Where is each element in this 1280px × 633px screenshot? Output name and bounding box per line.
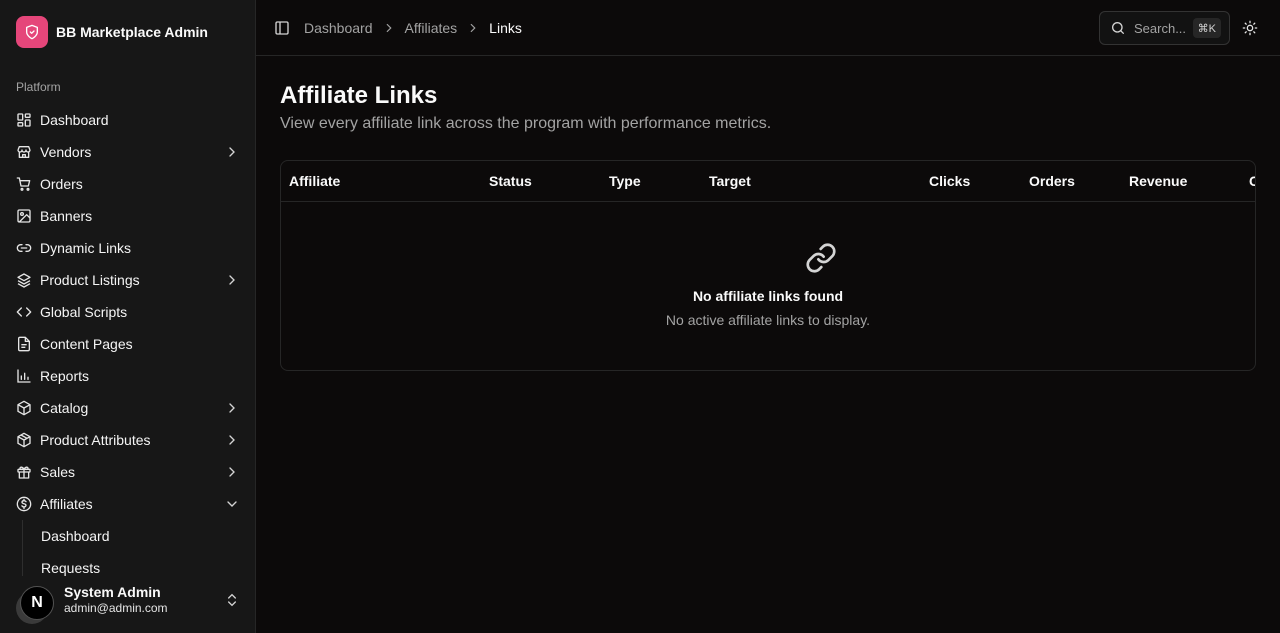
sidebar-item-orders[interactable]: Orders bbox=[8, 168, 248, 200]
chevrons-up-down-icon bbox=[224, 592, 240, 608]
document-icon bbox=[16, 336, 32, 352]
search-shortcut: ⌘K bbox=[1192, 18, 1221, 38]
image-icon bbox=[16, 208, 32, 224]
empty-state-title: No affiliate links found bbox=[692, 288, 844, 304]
sidebar-item-dashboard[interactable]: Dashboard bbox=[8, 104, 248, 136]
nav-group-label: Platform bbox=[16, 80, 61, 94]
sidebar-item-sales[interactable]: Sales bbox=[8, 456, 248, 488]
sidebar-item-affiliates[interactable]: Affiliates bbox=[8, 488, 248, 520]
brand[interactable]: BB Marketplace Admin bbox=[16, 16, 208, 48]
sidebar-item-banners[interactable]: Banners bbox=[8, 200, 248, 232]
breadcrumb-links: Links bbox=[489, 20, 522, 36]
search-placeholder: Search... bbox=[1134, 20, 1187, 36]
breadcrumb-dashboard[interactable]: Dashboard bbox=[304, 20, 373, 36]
affiliate-links-table: Affiliate Status Type Target Clicks Orde… bbox=[280, 160, 1256, 371]
user-name: System Admin bbox=[64, 584, 161, 600]
column-affiliate: Affiliate bbox=[289, 173, 341, 189]
sidebar-item-global-scripts[interactable]: Global Scripts bbox=[8, 296, 248, 328]
chevron-right-icon bbox=[224, 432, 240, 448]
affiliates-submenu: Dashboard Requests bbox=[22, 520, 248, 582]
sidebar-item-catalog[interactable]: Catalog bbox=[8, 392, 248, 424]
search-icon bbox=[1110, 20, 1126, 36]
sidebar-item-reports[interactable]: Reports bbox=[8, 360, 248, 392]
empty-state-description: No active affiliate links to display. bbox=[665, 312, 871, 328]
sidebar-item-content-pages[interactable]: Content Pages bbox=[8, 328, 248, 360]
dashboard-icon bbox=[16, 112, 32, 128]
sidebar-item-dynamic-links[interactable]: Dynamic Links bbox=[8, 232, 248, 264]
sidebar-item-label: Product Listings bbox=[40, 272, 140, 288]
sidebar-item-product-listings[interactable]: Product Listings bbox=[8, 264, 248, 296]
layers-icon bbox=[16, 272, 32, 288]
sidebar-nav: Dashboard Vendors Orders Banners Dynamic… bbox=[8, 104, 248, 582]
chevron-right-icon bbox=[466, 21, 480, 35]
sidebar-toggle-icon[interactable] bbox=[274, 20, 290, 36]
sidebar-item-label: Dynamic Links bbox=[40, 240, 132, 256]
sidebar-item-label: Sales bbox=[40, 464, 76, 480]
column-clicks: Clicks bbox=[929, 173, 971, 189]
chevron-down-icon bbox=[224, 496, 240, 512]
cart-icon bbox=[16, 176, 32, 192]
page-subtitle: View every affiliate link across the pro… bbox=[280, 115, 772, 132]
user-info: System Admin admin@admin.com bbox=[64, 584, 224, 616]
avatar: N bbox=[16, 584, 54, 624]
user-menu[interactable]: N System Admin admin@admin.com bbox=[8, 576, 248, 624]
empty-state: No affiliate links found No active affil… bbox=[281, 202, 1255, 370]
bar-chart-icon bbox=[16, 368, 32, 384]
chevron-right-icon bbox=[224, 272, 240, 288]
sidebar-item-label: Reports bbox=[40, 368, 90, 384]
breadcrumb: Dashboard Affiliates Links bbox=[304, 18, 522, 38]
sidebar-item-label: Vendors bbox=[40, 144, 92, 160]
table-header: Affiliate Status Type Target Clicks Orde… bbox=[281, 161, 1255, 202]
column-truncated: C bbox=[1249, 173, 1255, 189]
sidebar-subitem-dashboard[interactable]: Dashboard bbox=[33, 520, 248, 552]
breadcrumb-affiliates[interactable]: Affiliates bbox=[405, 20, 458, 36]
box-icon bbox=[16, 432, 32, 448]
shield-icon bbox=[16, 16, 48, 48]
link-icon bbox=[16, 240, 32, 256]
column-type: Type bbox=[609, 173, 641, 189]
chevron-right-icon bbox=[224, 464, 240, 480]
sidebar-item-label: Product Attributes bbox=[40, 432, 151, 448]
sidebar-item-label: Orders bbox=[40, 176, 83, 192]
sidebar-item-label: Global Scripts bbox=[40, 304, 128, 320]
chevron-right-icon bbox=[224, 144, 240, 160]
sidebar-item-label: Banners bbox=[40, 208, 93, 224]
store-icon bbox=[16, 144, 32, 160]
column-target: Target bbox=[709, 173, 751, 189]
chevron-right-icon bbox=[224, 400, 240, 416]
avatar-letter: N bbox=[20, 586, 54, 620]
chevron-right-icon bbox=[382, 21, 396, 35]
dollar-circle-icon bbox=[16, 496, 32, 512]
search-button[interactable]: Search... ⌘K bbox=[1099, 11, 1230, 45]
code-icon bbox=[16, 304, 32, 320]
link-icon bbox=[805, 242, 837, 274]
app-name: BB Marketplace Admin bbox=[56, 24, 208, 40]
sidebar-item-product-attributes[interactable]: Product Attributes bbox=[8, 424, 248, 456]
sun-icon[interactable] bbox=[1242, 20, 1258, 36]
page-title: Affiliate Links bbox=[280, 82, 438, 109]
top-bar: Dashboard Affiliates Links Search... ⌘K bbox=[256, 0, 1280, 56]
column-status: Status bbox=[489, 173, 532, 189]
sidebar-item-label: Content Pages bbox=[40, 336, 133, 352]
sidebar-item-label: Dashboard bbox=[40, 112, 109, 128]
column-orders: Orders bbox=[1029, 173, 1075, 189]
user-email: admin@admin.com bbox=[64, 601, 168, 615]
sidebar-item-label: Catalog bbox=[40, 400, 89, 416]
gift-icon bbox=[16, 464, 32, 480]
package-icon bbox=[16, 400, 32, 416]
column-revenue: Revenue bbox=[1129, 173, 1188, 189]
sidebar-item-label: Affiliates bbox=[40, 496, 93, 512]
sidebar-item-vendors[interactable]: Vendors bbox=[8, 136, 248, 168]
sidebar: BB Marketplace Admin Platform Dashboard … bbox=[0, 0, 256, 633]
